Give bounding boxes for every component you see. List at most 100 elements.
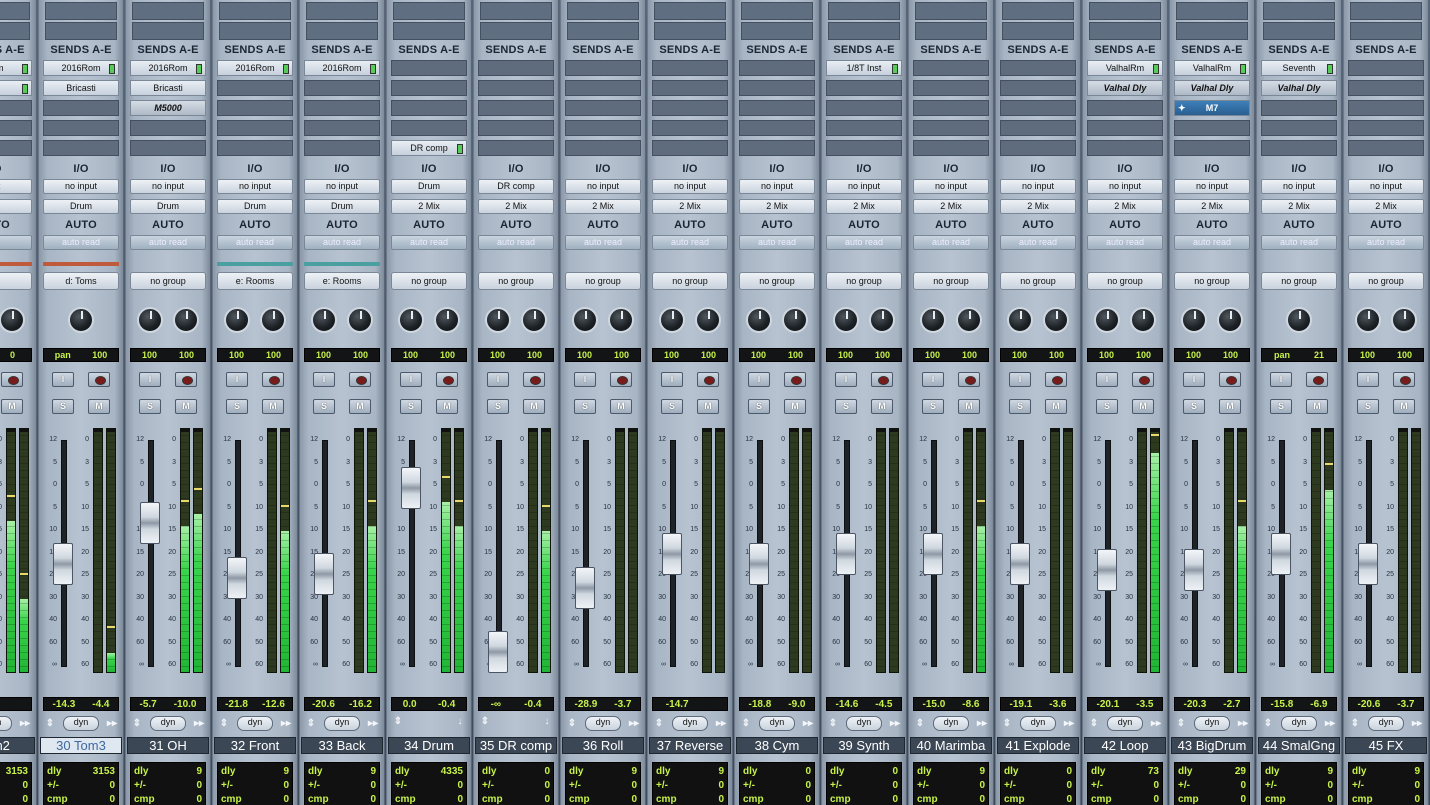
automation-mode[interactable]: auto read xyxy=(1087,235,1163,250)
send-slot[interactable]: DR comp xyxy=(391,140,467,156)
dyn-button[interactable]: dyn xyxy=(0,716,12,731)
pan-knob-icon[interactable] xyxy=(521,307,547,333)
send-slot[interactable] xyxy=(1087,120,1163,136)
send-slot[interactable] xyxy=(478,100,554,116)
dyn-button[interactable]: dyn xyxy=(1368,716,1404,731)
input-selector[interactable]: no input xyxy=(304,179,380,194)
pan-knob-icon[interactable] xyxy=(485,307,511,333)
nudge-left-icon[interactable]: ⇕ xyxy=(565,718,579,729)
pan-knob-icon[interactable] xyxy=(1355,307,1381,333)
send-slot[interactable] xyxy=(565,120,641,136)
dyn-button[interactable]: dyn xyxy=(933,716,969,731)
group-selector[interactable]: no group xyxy=(739,272,815,290)
mute-button[interactable]: M xyxy=(958,399,980,414)
output-selector[interactable]: 2 Mix xyxy=(391,199,467,214)
record-button[interactable] xyxy=(88,372,110,387)
mute-button[interactable]: M xyxy=(697,399,719,414)
send-slot[interactable] xyxy=(43,100,119,116)
send-slot[interactable] xyxy=(739,100,815,116)
send-slot[interactable] xyxy=(565,60,641,76)
pan-knob-icon[interactable] xyxy=(659,307,685,333)
output-selector[interactable]: 2 Mix xyxy=(1000,199,1076,214)
send-slot[interactable] xyxy=(304,120,380,136)
dyn-button[interactable]: dyn xyxy=(1107,716,1143,731)
solo-button[interactable]: S xyxy=(139,399,161,414)
input-monitor-button[interactable]: I xyxy=(748,372,770,387)
nudge-left-icon[interactable]: ⇕ xyxy=(1000,718,1014,729)
send-slot[interactable] xyxy=(913,140,989,156)
output-selector[interactable]: Drum xyxy=(130,199,206,214)
track-name[interactable]: 32 Front xyxy=(214,737,296,754)
send-slot[interactable]: ati xyxy=(0,80,32,96)
pan-knob-icon[interactable] xyxy=(833,307,859,333)
group-selector[interactable]: d: Toms xyxy=(43,272,119,290)
dyn-button[interactable]: dyn xyxy=(1194,716,1230,731)
output-selector[interactable]: Drum xyxy=(304,199,380,214)
solo-button[interactable]: S xyxy=(1270,399,1292,414)
dyn-button[interactable]: dyn xyxy=(150,716,186,731)
send-slot[interactable] xyxy=(826,140,902,156)
mute-button[interactable]: M xyxy=(1045,399,1067,414)
volume-fader[interactable] xyxy=(1097,548,1117,591)
group-selector[interactable]: no group xyxy=(652,272,728,290)
send-slot[interactable] xyxy=(217,120,293,136)
mute-button[interactable]: M xyxy=(1219,399,1241,414)
input-monitor-button[interactable]: I xyxy=(1270,372,1292,387)
output-selector[interactable]: Drum xyxy=(43,199,119,214)
volume-fader[interactable] xyxy=(1271,532,1291,575)
mute-button[interactable]: M xyxy=(610,399,632,414)
solo-button[interactable]: S xyxy=(1096,399,1118,414)
fast-forward-icon[interactable]: ▸▸ xyxy=(1410,718,1424,729)
volume-fader[interactable] xyxy=(923,532,943,575)
pan-knob-icon[interactable] xyxy=(782,307,808,333)
send-slot[interactable] xyxy=(1174,140,1250,156)
send-slot[interactable]: ValhalRm xyxy=(1174,60,1250,76)
pan-knob-icon[interactable] xyxy=(695,307,721,333)
send-slot[interactable] xyxy=(1000,140,1076,156)
group-selector[interactable]: no group xyxy=(1348,272,1424,290)
volume-fader[interactable] xyxy=(53,542,73,585)
group-selector[interactable]: no group xyxy=(1174,272,1250,290)
pan-knob-icon[interactable] xyxy=(68,307,94,333)
input-selector[interactable]: no input xyxy=(826,179,902,194)
nudge-left-icon[interactable]: ⇕ xyxy=(652,718,666,729)
output-selector[interactable] xyxy=(0,199,32,214)
dyn-button[interactable]: dyn xyxy=(1281,716,1317,731)
pan-knob-icon[interactable] xyxy=(0,307,25,333)
input-selector[interactable]: no input xyxy=(43,179,119,194)
input-selector[interactable]: no input xyxy=(565,179,641,194)
nudge-left-icon[interactable]: ⇕ xyxy=(130,718,144,729)
track-name[interactable]: Tom2 xyxy=(0,737,35,754)
send-slot[interactable] xyxy=(0,140,32,156)
input-selector[interactable]: DR comp xyxy=(478,179,554,194)
nudge-left-icon[interactable]: ⇕ xyxy=(478,716,492,727)
dyn-button[interactable]: dyn xyxy=(237,716,273,731)
group-selector[interactable]: no group xyxy=(1261,272,1337,290)
output-selector[interactable]: 2 Mix xyxy=(478,199,554,214)
output-selector[interactable]: 2 Mix xyxy=(1087,199,1163,214)
fast-forward-icon[interactable]: ▸▸ xyxy=(627,718,641,729)
mute-button[interactable]: M xyxy=(523,399,545,414)
pan-knob-icon[interactable] xyxy=(956,307,982,333)
send-slot[interactable]: ✦ M7 xyxy=(1174,100,1250,116)
pan-knob-icon[interactable] xyxy=(137,307,163,333)
automation-mode[interactable]: auto read xyxy=(478,235,554,250)
pan-knob-icon[interactable] xyxy=(572,307,598,333)
group-selector[interactable]: e: Rooms xyxy=(217,272,293,290)
send-slot[interactable] xyxy=(652,80,728,96)
fast-forward-icon[interactable]: ▸▸ xyxy=(1236,718,1250,729)
record-button[interactable] xyxy=(1045,372,1067,387)
send-slot[interactable] xyxy=(304,140,380,156)
input-selector[interactable]: put xyxy=(0,179,32,194)
input-monitor-button[interactable]: I xyxy=(313,372,335,387)
solo-button[interactable]: S xyxy=(835,399,857,414)
group-selector[interactable]: no group xyxy=(913,272,989,290)
group-selector[interactable]: no group xyxy=(1087,272,1163,290)
send-slot[interactable]: 2016Rom xyxy=(43,60,119,76)
volume-fader[interactable] xyxy=(488,630,508,673)
track-name[interactable]: 40 Marimba xyxy=(910,737,992,754)
send-slot[interactable] xyxy=(0,120,32,136)
input-selector[interactable]: Drum xyxy=(391,179,467,194)
automation-mode[interactable]: auto read xyxy=(1174,235,1250,250)
pan-knob-icon[interactable] xyxy=(224,307,250,333)
